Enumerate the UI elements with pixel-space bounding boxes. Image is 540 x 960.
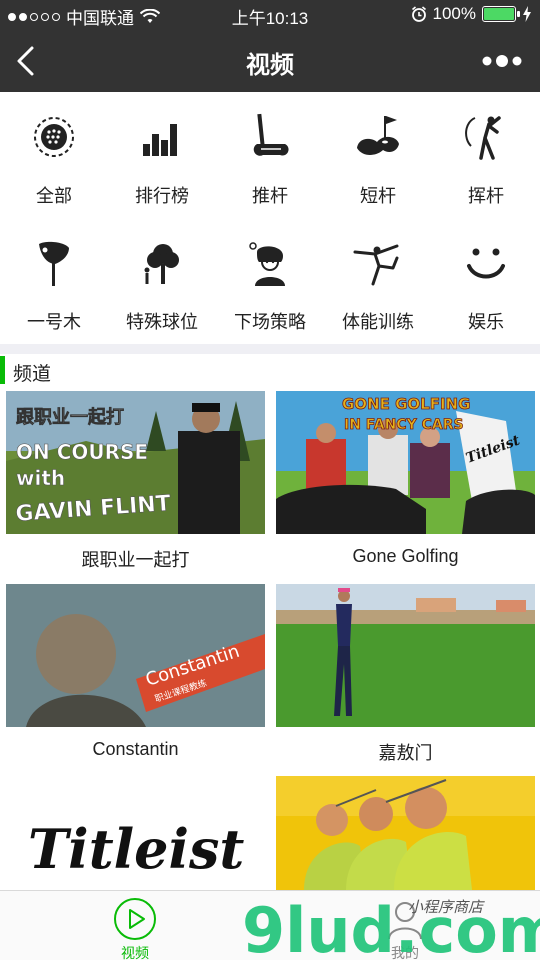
category-fitness[interactable]: 体能训练 xyxy=(324,218,432,344)
svg-text:IN FANCY CARS: IN FANCY CARS xyxy=(344,417,464,433)
channel-thumbnail: GONE GOLFING IN FANCY CARS Titleist xyxy=(276,391,535,534)
category-label: 特殊球位 xyxy=(126,312,198,332)
channel-thumbnail xyxy=(276,776,535,890)
section-divider xyxy=(0,344,540,354)
svg-text:with: with xyxy=(16,466,65,490)
page-title: 视频 xyxy=(246,52,294,79)
bar-chart-icon xyxy=(143,124,177,156)
svg-text:ON COURSE: ON COURSE xyxy=(16,440,148,464)
more-options-button[interactable] xyxy=(482,52,522,70)
category-course-strategy[interactable]: 下场策略 xyxy=(216,218,324,344)
category-label: 推杆 xyxy=(252,186,288,206)
channel-section-header: 频道 xyxy=(0,354,540,386)
category-putting[interactable]: 推杆 xyxy=(216,92,324,218)
category-label: 短杆 xyxy=(360,186,396,206)
alarm-clock-icon xyxy=(411,6,426,22)
battery-percent: 100% xyxy=(432,4,476,23)
category-label: 全部 xyxy=(36,186,72,206)
charging-bolt-icon xyxy=(523,6,531,22)
channel-thumbnail xyxy=(276,584,535,727)
play-circle-icon xyxy=(114,898,156,940)
driver-icon xyxy=(39,241,69,286)
user-icon xyxy=(388,902,422,940)
battery-icon xyxy=(482,6,520,22)
category-label: 挥杆 xyxy=(468,186,504,206)
tab-bar: 视频 我的 xyxy=(0,890,540,960)
channel-caption: 跟职业一起打 xyxy=(81,550,190,570)
category-label: 体能训练 xyxy=(342,312,414,332)
tree-golfer-icon xyxy=(144,244,179,284)
channel-thumbnail: Constantin 职业课程教练 xyxy=(6,584,265,727)
channel-thumbnail: 跟职业一起打 ON COURSE with GAVIN FLINT xyxy=(6,391,265,534)
channel-caption: Constantin xyxy=(92,739,179,759)
category-label: 一号木 xyxy=(27,312,81,332)
putter-icon xyxy=(253,113,289,156)
category-swing[interactable]: 挥杆 xyxy=(432,92,540,218)
channel-heading: 频道 xyxy=(13,364,52,385)
tab-label: 我的 xyxy=(391,945,419,960)
top-bar: 中国联通 上午10:13 100% 视频 xyxy=(0,0,540,92)
tab-label: 视频 xyxy=(121,945,149,960)
category-grid: 全部 排行榜 推杆 短杆 挥杆 一号木 特殊球位 下场策略 体能训练 娱乐 xyxy=(0,92,540,344)
category-entertainment[interactable]: 娱乐 xyxy=(432,218,540,344)
golf-ball-icon xyxy=(34,117,74,157)
svg-text:Titleist: Titleist xyxy=(28,817,244,881)
green-flag-icon xyxy=(357,116,399,155)
category-all[interactable]: 全部 xyxy=(0,92,108,218)
status-bar: 中国联通 上午10:13 100% xyxy=(0,0,540,30)
category-driver[interactable]: 一号木 xyxy=(0,218,108,344)
carrier-name: 中国联通 xyxy=(66,9,134,28)
svg-text:跟职业一起打: 跟职业一起打 xyxy=(16,406,124,428)
channel-caption: 嘉敖门 xyxy=(378,743,433,763)
golfer-swing-icon xyxy=(465,116,501,160)
tab-mine[interactable]: 我的 xyxy=(270,891,540,960)
thinking-person-icon xyxy=(249,242,285,286)
channel-thumbnail: Titleist xyxy=(6,776,265,890)
channel-caption: Gone Golfing xyxy=(352,546,459,566)
category-label: 排行榜 xyxy=(135,186,189,206)
category-special-lie[interactable]: 特殊球位 xyxy=(108,218,216,344)
tab-videos[interactable]: 视频 xyxy=(0,891,270,960)
category-ranking[interactable]: 排行榜 xyxy=(108,92,216,218)
nav-bar: 视频 xyxy=(0,30,540,92)
category-label: 娱乐 xyxy=(468,312,504,332)
smile-icon xyxy=(467,248,505,279)
signal-strength-icon xyxy=(8,12,60,21)
section-accent-bar xyxy=(0,356,5,384)
svg-text:GONE GOLFING: GONE GOLFING xyxy=(342,395,470,413)
wifi-icon xyxy=(140,8,160,23)
back-button[interactable] xyxy=(12,44,42,78)
category-short-game[interactable]: 短杆 xyxy=(324,92,432,218)
yoga-pose-icon xyxy=(353,244,399,286)
category-label: 下场策略 xyxy=(234,312,306,332)
